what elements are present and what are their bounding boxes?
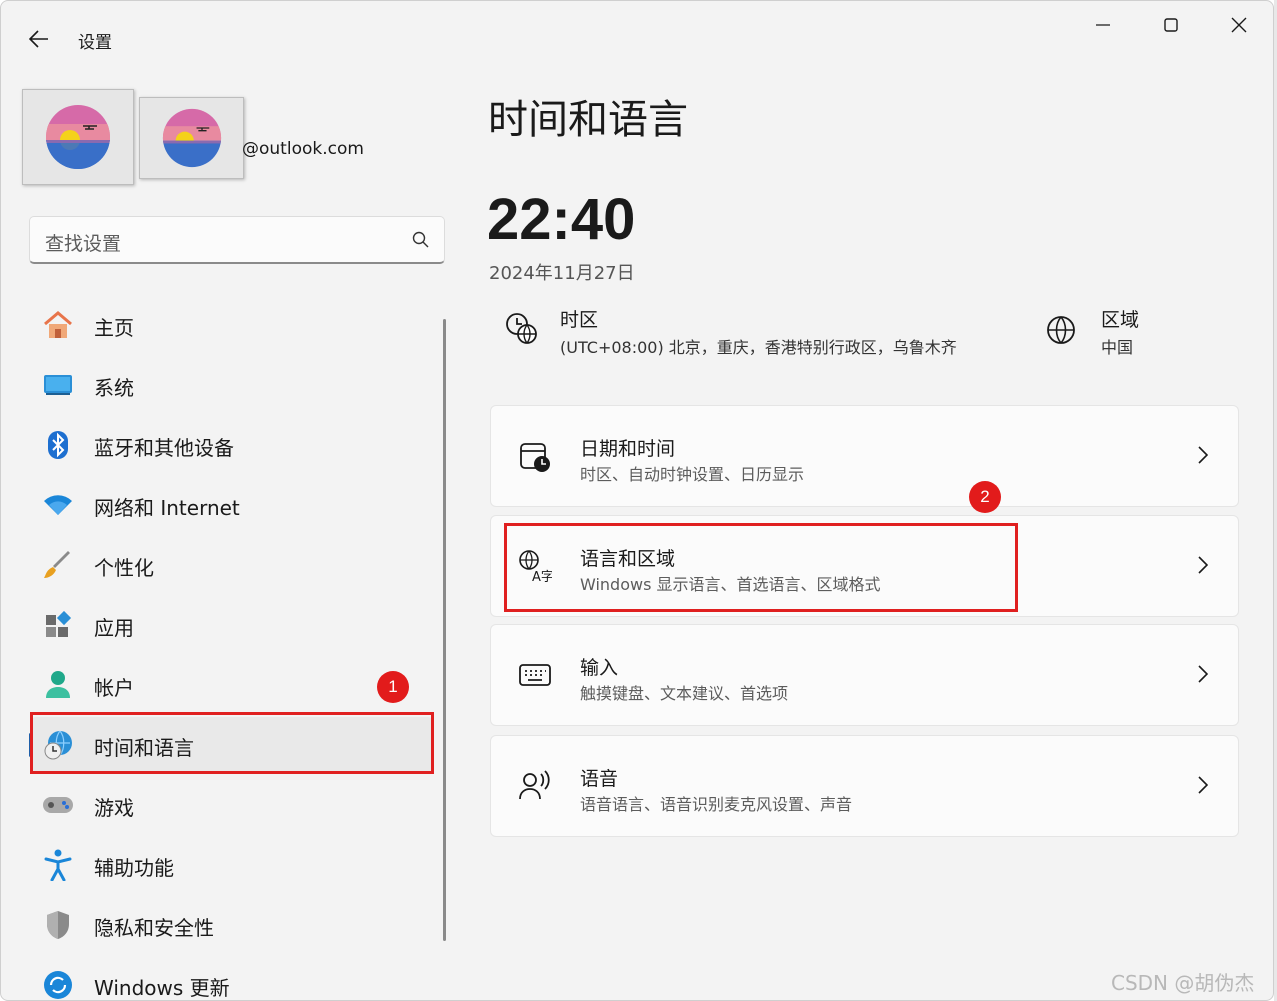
- update-icon: [42, 969, 74, 1000]
- sidebar-item-home[interactable]: 主页: [31, 297, 433, 353]
- person-icon: [42, 669, 74, 701]
- sunset-avatar-image: [162, 108, 221, 168]
- annotation-badge-1: 1: [377, 671, 409, 703]
- calendar-clock-icon: [517, 438, 553, 474]
- sidebar-item-label: 网络和 Internet: [94, 496, 240, 520]
- sidebar-item-label: 应用: [94, 616, 134, 640]
- current-time: 22:40: [487, 187, 636, 252]
- annotation-badge-2: 2: [969, 481, 1001, 513]
- sidebar-item-gaming[interactable]: 游戏: [31, 777, 433, 833]
- settings-window: 设置 @outlook.com 查找设置 主页 系统 蓝牙和其他设备 网络和 I…: [0, 0, 1274, 1001]
- display-icon: [42, 369, 74, 401]
- region-value: 中国: [1101, 338, 1134, 357]
- back-arrow-icon: [29, 30, 48, 48]
- card-description: 触摸键盘、文本建议、首选项: [580, 684, 789, 703]
- card-input[interactable]: 输入 触摸键盘、文本建议、首选项: [490, 624, 1239, 726]
- keyboard-icon: [517, 657, 553, 693]
- search-placeholder: 查找设置: [45, 233, 122, 255]
- region-globe-icon: [1047, 316, 1075, 344]
- region-title: 区域: [1101, 309, 1140, 331]
- accessibility-icon: [42, 849, 74, 881]
- watermark: CSDN @胡伪杰: [1111, 971, 1255, 995]
- bluetooth-icon: [42, 429, 74, 461]
- paintbrush-icon: [42, 549, 74, 581]
- avatar-secondary[interactable]: [139, 97, 244, 179]
- close-button[interactable]: [1205, 1, 1273, 49]
- shield-icon: [42, 909, 74, 941]
- avatar[interactable]: [22, 89, 134, 185]
- current-date: 2024年11月27日: [489, 263, 635, 284]
- account-email: @outlook.com: [242, 139, 364, 159]
- card-title: 语音: [580, 768, 619, 790]
- sidebar-item-network[interactable]: 网络和 Internet: [31, 477, 433, 533]
- close-icon: [1231, 17, 1247, 33]
- wifi-icon: [42, 489, 74, 521]
- card-date-time[interactable]: 日期和时间 时区、自动时钟设置、日历显示: [490, 405, 1239, 507]
- sidebar-item-system[interactable]: 系统: [31, 357, 433, 413]
- timezone-title: 时区: [560, 309, 599, 331]
- sunset-avatar-image: [46, 105, 110, 169]
- sidebar-item-label: 辅助功能: [94, 856, 174, 880]
- home-icon: [42, 309, 74, 341]
- speech-icon: [517, 768, 553, 804]
- maximize-button[interactable]: [1137, 1, 1205, 49]
- timezone-value: (UTC+08:00) 北京，重庆，香港特别行政区，乌鲁木齐: [560, 338, 957, 357]
- sidebar-item-label: 隐私和安全性: [94, 916, 214, 940]
- sidebar-item-label: 个性化: [94, 556, 154, 580]
- search-icon[interactable]: [412, 231, 430, 249]
- sidebar-item-label: 主页: [94, 316, 134, 340]
- sidebar-item-apps[interactable]: 应用: [31, 597, 433, 653]
- sidebar-item-label: 游戏: [94, 796, 134, 820]
- minimize-button[interactable]: [1069, 1, 1137, 49]
- app-title: 设置: [78, 33, 112, 53]
- sidebar-item-windows-update[interactable]: Windows 更新: [31, 957, 433, 1000]
- card-description: 语音语言、语音识别麦克风设置、声音: [580, 795, 853, 814]
- gamepad-icon: [42, 789, 74, 821]
- back-button[interactable]: [23, 23, 55, 55]
- timezone-icon: [506, 313, 537, 344]
- sidebar-item-accessibility[interactable]: 辅助功能: [31, 837, 433, 893]
- minimize-icon: [1096, 24, 1110, 26]
- sidebar-item-label: Windows 更新: [94, 976, 230, 1000]
- sidebar-scrollbar[interactable]: [443, 319, 446, 941]
- chevron-right-icon: [1198, 446, 1208, 464]
- card-title: 日期和时间: [580, 438, 676, 460]
- card-speech[interactable]: 语音 语音语言、语音识别麦克风设置、声音: [490, 735, 1239, 837]
- sidebar-item-privacy[interactable]: 隐私和安全性: [31, 897, 433, 953]
- annotation-box-1: [30, 712, 434, 774]
- chevron-right-icon: [1198, 665, 1208, 683]
- annotation-box-2: [504, 523, 1018, 612]
- sidebar-item-label: 系统: [94, 376, 134, 400]
- chevron-right-icon: [1198, 556, 1208, 574]
- page-title: 时间和语言: [488, 97, 688, 143]
- search-input[interactable]: 查找设置: [29, 216, 445, 264]
- title-bar: 设置: [1, 1, 1273, 59]
- chevron-right-icon: [1198, 776, 1208, 794]
- sidebar-item-bluetooth[interactable]: 蓝牙和其他设备: [31, 417, 433, 473]
- sidebar-item-label: 帐户: [94, 676, 134, 700]
- apps-icon: [42, 609, 74, 641]
- sidebar-item-personalization[interactable]: 个性化: [31, 537, 433, 593]
- maximize-icon: [1164, 18, 1178, 32]
- sidebar-item-accounts[interactable]: 帐户: [31, 657, 433, 713]
- sidebar-item-label: 蓝牙和其他设备: [94, 436, 234, 460]
- card-title: 输入: [580, 657, 619, 679]
- card-description: 时区、自动时钟设置、日历显示: [580, 465, 805, 484]
